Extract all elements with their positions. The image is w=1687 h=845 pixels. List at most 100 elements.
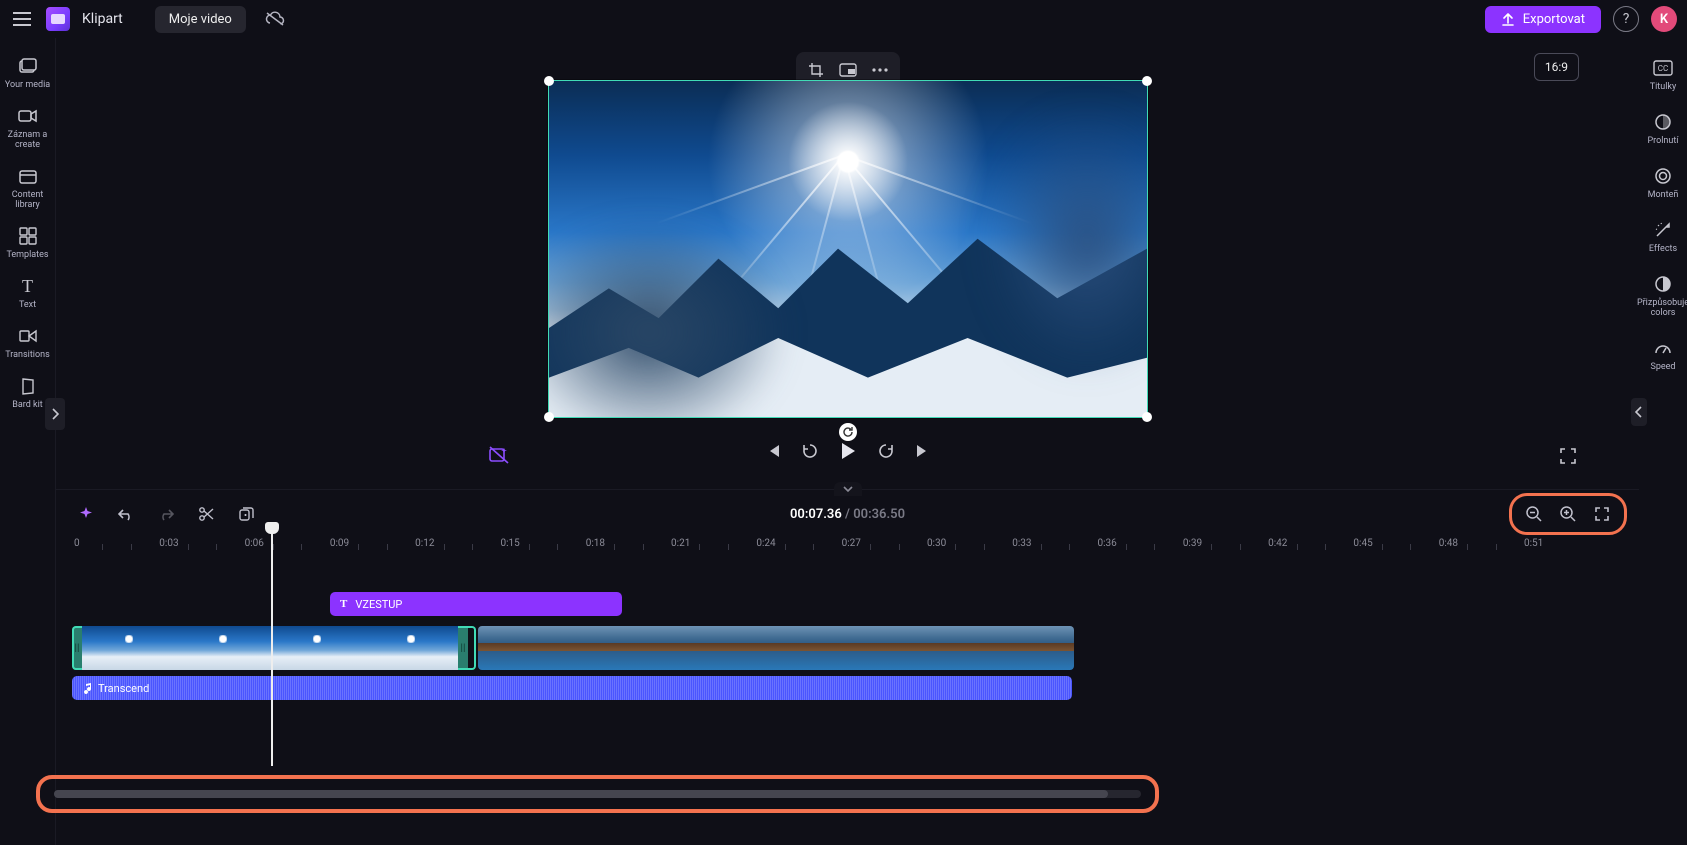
question-icon: ?	[1623, 11, 1630, 27]
pip-button[interactable]	[834, 58, 862, 82]
rotate-icon	[842, 426, 854, 438]
sidebar-item-label: Content library	[3, 190, 53, 210]
video-clip[interactable]	[478, 626, 1074, 670]
sidebar-item-label: Transitions	[5, 350, 50, 360]
timeline-toolbar: 00:07.36 / 00:36.50	[56, 490, 1639, 538]
sidebar-item-your-media[interactable]: Your media	[3, 48, 53, 96]
ruler-tick: 0:27	[842, 538, 861, 549]
split-button[interactable]	[196, 504, 216, 524]
pip-icon	[839, 63, 857, 77]
h-scroll-thumb[interactable]	[54, 790, 1108, 798]
redo-button[interactable]	[156, 504, 176, 524]
text-clip-label: VZESTUP	[355, 598, 402, 611]
resize-handle-tl[interactable]	[544, 76, 554, 86]
ruler-tick: 0:30	[927, 538, 946, 549]
dots-icon	[872, 68, 888, 72]
ruler-minor-tick	[955, 544, 956, 550]
resize-handle-bl[interactable]	[544, 412, 554, 422]
fastforward-icon	[877, 442, 895, 460]
sidebar-item-titulky[interactable]: CC Titulky	[1640, 50, 1686, 98]
fullscreen-button[interactable]	[1559, 447, 1577, 465]
undo-icon	[118, 507, 134, 521]
back-button[interactable]	[801, 442, 819, 460]
trim-handle-right[interactable]: ||	[458, 626, 468, 670]
ruler-minor-tick	[1041, 544, 1042, 550]
skip-end-icon	[915, 443, 931, 459]
menu-button[interactable]	[10, 7, 34, 31]
export-button[interactable]: Exportovat	[1485, 6, 1601, 33]
sidebar-item-templates[interactable]: Templates	[3, 218, 53, 266]
help-button[interactable]: ?	[1613, 6, 1639, 32]
sparkle-icon	[78, 506, 94, 522]
sidebar-item-colors[interactable]: Přizpůsobuje colors	[1640, 266, 1686, 324]
ruler-minor-tick	[1496, 544, 1497, 550]
auto-trim-icon	[488, 445, 510, 465]
aspect-ratio-button[interactable]: 16:9	[1534, 53, 1579, 81]
horizontal-scroll-highlighted	[36, 775, 1159, 813]
music-note-icon	[80, 682, 92, 694]
svg-text:CC: CC	[1658, 64, 1668, 73]
copy-plus-icon	[238, 506, 254, 522]
ruler-minor-tick	[557, 544, 558, 550]
auto-trim-button[interactable]	[488, 445, 510, 465]
undo-button[interactable]	[116, 504, 136, 524]
preview-canvas[interactable]	[548, 80, 1148, 418]
prev-button[interactable]	[765, 443, 781, 459]
sidebar-item-transitions[interactable]: Transitions	[3, 318, 53, 366]
sidebar-item-label: Prolnutí	[1647, 136, 1678, 146]
user-avatar[interactable]: K	[1651, 6, 1677, 32]
ai-button[interactable]	[76, 504, 96, 524]
fit-icon	[1594, 506, 1610, 522]
trim-handle-left[interactable]: ||	[72, 626, 82, 670]
ruler-tick: 0:18	[586, 538, 605, 549]
crop-icon	[808, 62, 824, 78]
play-icon	[839, 441, 857, 461]
timeline-ruler[interactable]: 00:030:060:090:120:150:180:210:240:270:3…	[60, 538, 1635, 562]
project-name-button[interactable]: Moje video	[155, 6, 246, 33]
skip-start-icon	[765, 443, 781, 459]
sidebar-item-label: Záznam a create	[3, 130, 53, 150]
cloud-off-icon	[265, 11, 285, 27]
forward-button[interactable]	[877, 442, 895, 460]
audio-clip[interactable]: Transcend	[72, 676, 1072, 700]
bardkit-icon	[18, 376, 38, 396]
sidebar-item-text[interactable]: T Text	[3, 268, 53, 316]
sidebar-item-speed[interactable]: Speed	[1640, 330, 1686, 378]
crop-button[interactable]	[802, 58, 830, 82]
playhead[interactable]	[271, 530, 273, 766]
timeline-tracks: T VZESTUP || ||	[64, 592, 1631, 732]
sync-off-button[interactable]	[264, 8, 286, 30]
library-icon	[18, 166, 38, 186]
templates-icon	[18, 226, 38, 246]
time-readout: 00:07.36 / 00:36.50	[790, 507, 905, 522]
captions-icon: CC	[1653, 58, 1673, 78]
h-scroll-track[interactable]	[54, 790, 1141, 798]
sidebar-item-effects[interactable]: Effects	[1640, 212, 1686, 260]
sidebar-item-label: Templates	[6, 250, 48, 260]
ruler-minor-tick	[870, 544, 871, 550]
adjust-icon	[1653, 166, 1673, 186]
text-clip[interactable]: T VZESTUP	[330, 592, 622, 616]
playback-controls	[765, 441, 931, 461]
resize-handle-tr[interactable]	[1142, 76, 1152, 86]
ruler-minor-tick	[301, 544, 302, 550]
zoom-in-button[interactable]	[1558, 504, 1578, 524]
sidebar-item-content-library[interactable]: Content library	[3, 158, 53, 216]
sidebar-item-label: Effects	[1649, 244, 1677, 254]
zoom-fit-button[interactable]	[1592, 504, 1612, 524]
more-button[interactable]	[866, 58, 894, 82]
zoom-out-button[interactable]	[1524, 504, 1544, 524]
duplicate-button[interactable]	[236, 504, 256, 524]
next-button[interactable]	[915, 443, 931, 459]
contrast-icon	[1653, 274, 1673, 294]
sidebar-item-montent[interactable]: Monteñ	[1640, 158, 1686, 206]
sidebar-item-prolnuti[interactable]: Prolnutí	[1640, 104, 1686, 152]
ruler-tick: 0:21	[671, 538, 690, 549]
sidebar-item-record-create[interactable]: Záznam a create	[3, 98, 53, 156]
ruler-tick: 0:24	[756, 538, 775, 549]
ruler-minor-tick	[131, 544, 132, 550]
resize-handle-br[interactable]	[1142, 412, 1152, 422]
ruler-minor-tick	[529, 544, 530, 550]
video-clip-selected[interactable]: || ||	[72, 626, 476, 670]
play-button[interactable]	[839, 441, 857, 461]
